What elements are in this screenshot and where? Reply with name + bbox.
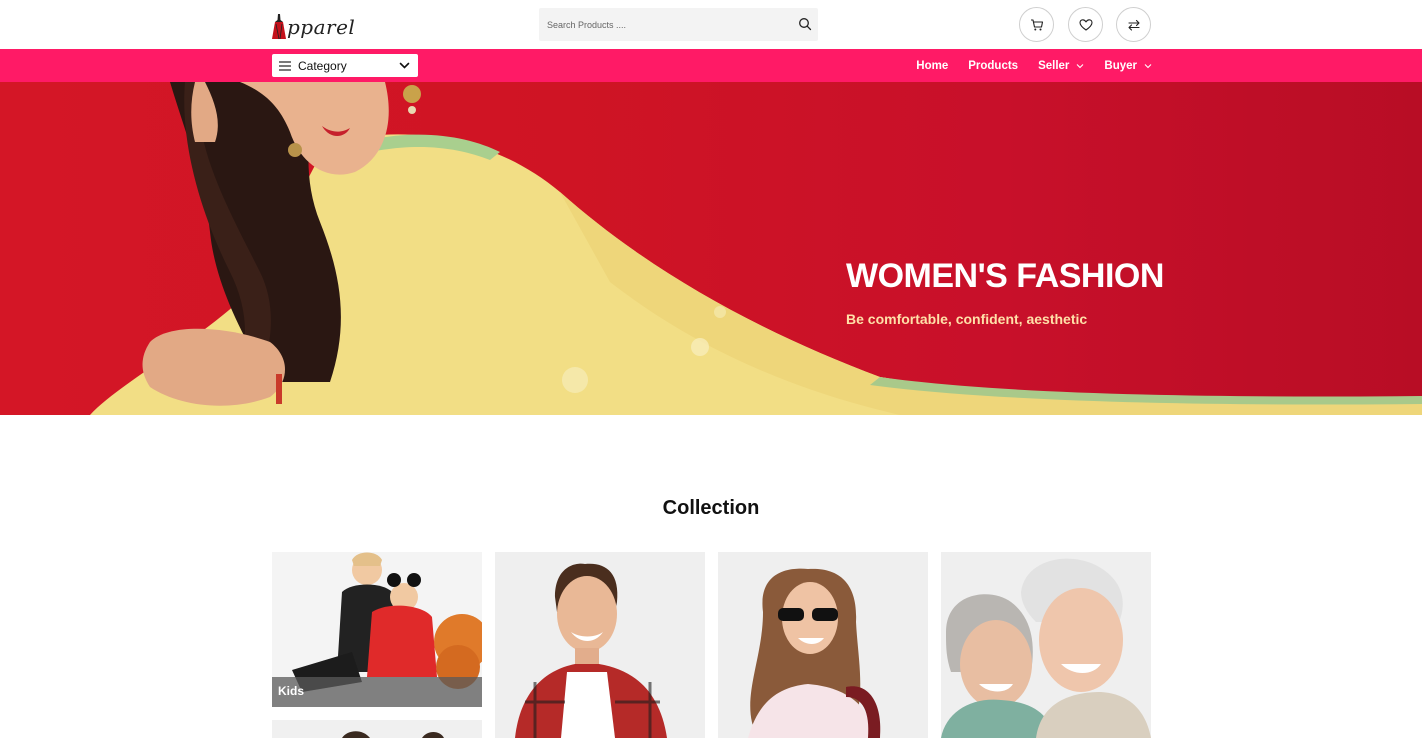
chevron-down-icon [1077,63,1084,68]
nav-seller[interactable]: Seller [1038,60,1084,72]
collection-card-partial[interactable] [272,720,482,738]
wishlist-button[interactable] [1068,7,1103,42]
menu-icon [279,60,291,71]
women-image [718,552,928,738]
cart-button[interactable] [1019,7,1054,42]
nav-products-label: Products [968,59,1019,72]
nav-seller-label: Seller [1038,59,1070,72]
hero-banner[interactable]: WOMEN'S FASHION Be comfortable, confiden… [0,82,1422,415]
logo-text: pparel [287,15,356,39]
compare-button[interactable] [1116,7,1151,42]
hero-subtitle: Be comfortable, confident, aesthetic [846,311,1088,327]
men-image [495,552,705,738]
nav-buyer-label: Buyer [1104,59,1137,72]
card-label: Kids [278,684,305,698]
elderly-image [941,552,1151,738]
site-logo[interactable]: pparel [272,10,355,40]
collection-card-elderly[interactable] [941,552,1151,738]
nav-home-label: Home [916,59,949,72]
hero-model-image [90,82,1422,415]
compare-icon [1127,19,1140,31]
category-label: Category [298,58,347,73]
site-header: pparel [0,0,1422,49]
nav-links: Home Products Seller Buyer [896,49,1152,82]
main-navbar: Category Home Products Seller Buyer [0,49,1422,82]
dress-logo-icon [272,14,286,40]
search-icon[interactable] [798,17,812,31]
collection-card-women[interactable] [718,552,928,738]
hero-title: WOMEN'S FASHION [846,257,1164,295]
nav-buyer[interactable]: Buyer [1104,60,1152,72]
search-input[interactable] [539,8,789,41]
collection-title: Collection [662,497,760,519]
card-image [272,720,482,738]
card-caption: Kids [272,677,482,707]
heart-icon [1078,18,1093,31]
chevron-down-icon [1144,63,1152,68]
nav-home[interactable]: Home [916,60,948,72]
nav-products[interactable]: Products [968,60,1018,72]
collection-card-men[interactable] [495,552,705,738]
category-dropdown[interactable]: Category [272,54,418,77]
chevron-down-icon [399,62,410,69]
cart-icon [1030,18,1043,30]
collection-card-kids[interactable]: Kids [272,552,482,707]
search-box [539,8,818,41]
